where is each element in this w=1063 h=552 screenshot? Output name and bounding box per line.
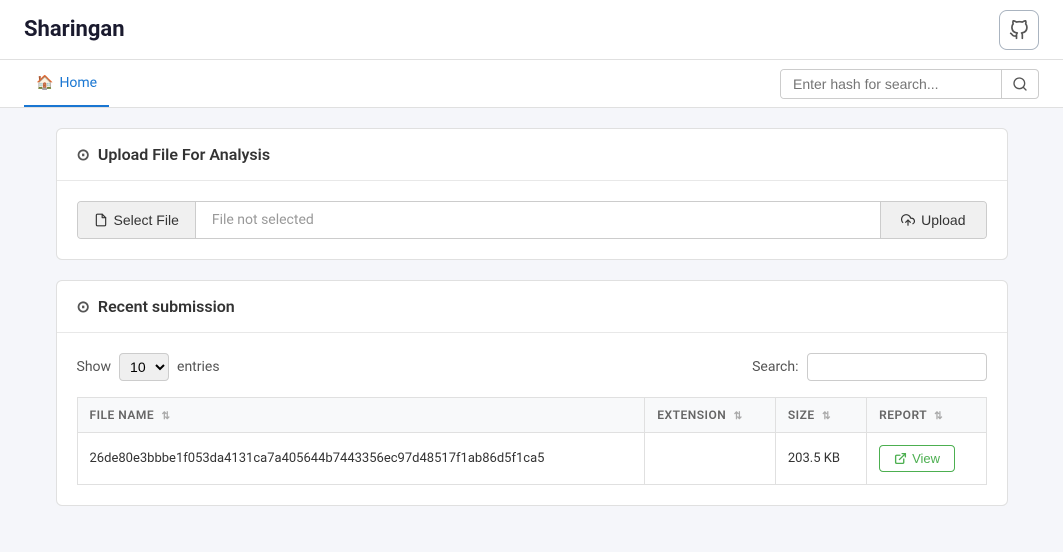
- file-icon: [94, 213, 108, 227]
- recent-card-body: Show 10 25 50 entries Search:: [57, 333, 1007, 505]
- nav-home-link[interactable]: 🏠 Home: [24, 60, 109, 107]
- col-file-name-label: FILE NAME: [90, 408, 155, 422]
- entries-label: entries: [177, 359, 220, 375]
- table-search-input[interactable]: [807, 353, 987, 381]
- table-row: 26de80e3bbbe1f053da4131ca7a405644b744335…: [77, 433, 986, 485]
- upload-icon: [901, 213, 915, 227]
- col-report-label: REPORT: [879, 408, 927, 422]
- search-icon: [1012, 76, 1028, 92]
- nav-bar: 🏠 Home: [0, 60, 1063, 108]
- col-file-name: FILE NAME ⇅: [77, 398, 645, 433]
- github-icon-button[interactable]: [999, 10, 1039, 50]
- external-link-icon: [894, 452, 907, 465]
- table-header: FILE NAME ⇅ EXTENSION ⇅ SIZE ⇅ REPORT: [77, 398, 986, 433]
- nav-home-label: Home: [59, 75, 97, 91]
- github-icon: [1009, 20, 1029, 40]
- upload-card: ⊙ Upload File For Analysis Select File F…: [56, 128, 1008, 260]
- sort-icon-size[interactable]: ⇅: [822, 411, 831, 422]
- col-extension: EXTENSION ⇅: [645, 398, 776, 433]
- search-container: [780, 69, 1039, 99]
- app-header: Sharingan: [0, 0, 1063, 60]
- table-controls: Show 10 25 50 entries Search:: [77, 353, 987, 381]
- search-button[interactable]: [1001, 70, 1038, 98]
- file-name-display: File not selected: [196, 202, 880, 238]
- cell-report: View: [867, 433, 986, 485]
- view-button[interactable]: View: [879, 445, 955, 472]
- col-size: SIZE ⇅: [775, 398, 866, 433]
- recent-card-header: ⊙ Recent submission: [57, 281, 1007, 333]
- select-file-button[interactable]: Select File: [78, 202, 196, 238]
- cell-extension: [645, 433, 776, 485]
- col-report: REPORT ⇅: [867, 398, 986, 433]
- sort-icon-report[interactable]: ⇅: [934, 411, 943, 422]
- main-content: ⊙ Upload File For Analysis Select File F…: [32, 108, 1032, 546]
- sort-icon-file-name[interactable]: ⇅: [162, 411, 171, 422]
- upload-label: Upload: [921, 212, 965, 228]
- upload-button[interactable]: Upload: [880, 202, 985, 238]
- data-table: FILE NAME ⇅ EXTENSION ⇅ SIZE ⇅ REPORT: [77, 397, 987, 485]
- app-title: Sharingan: [24, 17, 125, 42]
- show-entries: Show 10 25 50 entries: [77, 353, 220, 381]
- show-label: Show: [77, 359, 112, 375]
- file-upload-row: Select File File not selected Upload: [77, 201, 987, 239]
- table-search-label: Search:: [752, 359, 798, 375]
- home-icon: 🏠: [36, 75, 53, 91]
- cell-file-name: 26de80e3bbbe1f053da4131ca7a405644b744335…: [77, 433, 645, 485]
- hash-search-input[interactable]: [781, 70, 1001, 98]
- entries-select[interactable]: 10 25 50: [119, 353, 169, 381]
- upload-card-title: Upload File For Analysis: [98, 145, 270, 164]
- upload-card-body: Select File File not selected Upload: [57, 181, 1007, 259]
- table-body: 26de80e3bbbe1f053da4131ca7a405644b744335…: [77, 433, 986, 485]
- recent-header-icon: ⊙: [77, 297, 90, 316]
- col-extension-label: EXTENSION: [657, 408, 726, 422]
- upload-card-header: ⊙ Upload File For Analysis: [57, 129, 1007, 181]
- sort-icon-extension[interactable]: ⇅: [734, 411, 743, 422]
- cell-size: 203.5 KB: [775, 433, 866, 485]
- select-file-label: Select File: [114, 212, 179, 228]
- recent-card: ⊙ Recent submission Show 10 25 50 entrie…: [56, 280, 1008, 506]
- nav-links: 🏠 Home: [24, 60, 109, 107]
- recent-card-title: Recent submission: [98, 297, 235, 316]
- table-search-row: Search:: [752, 353, 986, 381]
- upload-header-icon: ⊙: [77, 145, 90, 164]
- col-size-label: SIZE: [788, 408, 815, 422]
- table-header-row: FILE NAME ⇅ EXTENSION ⇅ SIZE ⇅ REPORT: [77, 398, 986, 433]
